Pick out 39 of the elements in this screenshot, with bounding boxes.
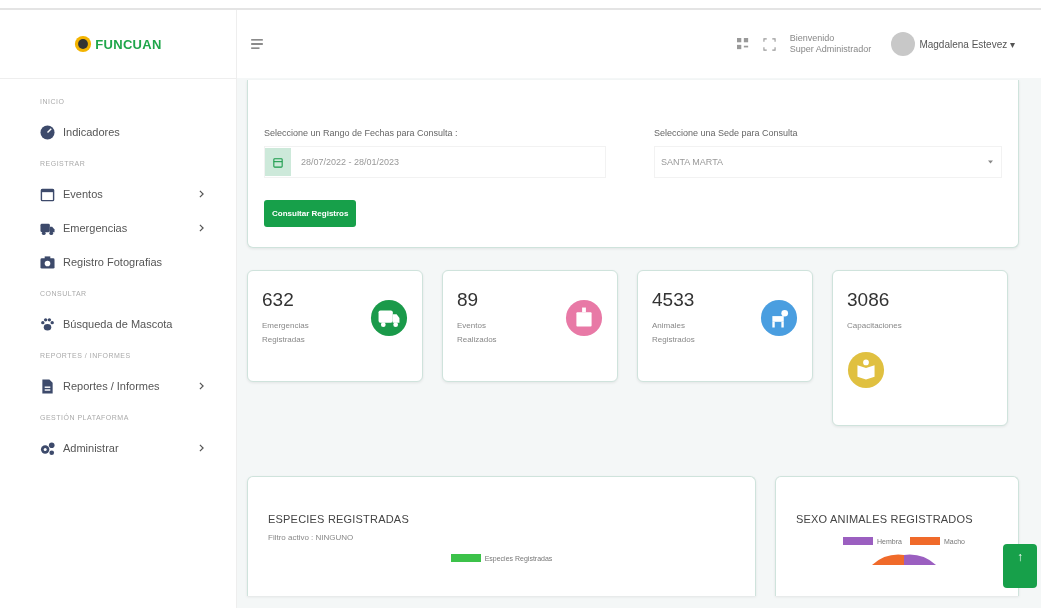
calendar-icon — [40, 186, 55, 202]
chevron-right-icon — [199, 190, 204, 198]
stat-label: Eventos Realizados — [457, 320, 498, 346]
stat-value: 4533 — [652, 289, 696, 311]
user-role: Super Administrador — [789, 44, 872, 55]
stat-label: Emergencias Registradas — [262, 320, 310, 346]
field-label: Seleccione una Sede para Consulta — [654, 128, 799, 138]
fullscreen-icon[interactable] — [762, 37, 776, 51]
sidebar-item[interactable]: Registro Fotografias — [40, 245, 236, 279]
sidebar-item[interactable]: Reportes / Informes — [40, 369, 236, 403]
filter-status: Filtro activo : NINGUNO — [268, 533, 355, 542]
document-icon — [40, 378, 55, 394]
sidebar-item[interactable]: Indicadores — [40, 115, 236, 149]
sidebar-item[interactable]: Búsqueda de Mascota — [40, 307, 236, 341]
user-menu[interactable]: Magdalena Estevez ▾ — [919, 38, 1015, 50]
sidebar-item[interactable]: Administrar — [40, 431, 236, 465]
camera-icon — [40, 254, 55, 270]
chevron-right-icon — [199, 224, 204, 232]
grid-icon[interactable] — [736, 38, 749, 50]
field-label: Seleccione un Rango de Fechas para Consulta : — [264, 128, 459, 138]
dashboard-icon — [40, 124, 55, 140]
chart-title: SEXO ANIMALES REGISTRADOS — [796, 513, 974, 525]
stat-label: Animales Registrados — [652, 320, 696, 346]
stat-label: Capacitaciones — [847, 320, 902, 332]
welcome-text: Bienvenido — [789, 33, 836, 44]
chevron-right-icon — [199, 382, 204, 390]
chevron-right-icon — [199, 444, 204, 452]
menu-icon[interactable] — [251, 39, 263, 49]
dropdown-caret-icon — [988, 160, 993, 164]
stat-value: 3086 — [847, 289, 891, 311]
avatar[interactable] — [891, 32, 916, 56]
chart-title: ESPECIES REGISTRADAS — [268, 513, 410, 525]
gears-icon — [40, 440, 55, 456]
stat-value: 89 — [457, 289, 480, 311]
calendar-icon — [273, 156, 283, 168]
paw-icon — [40, 316, 55, 332]
sidebar-item[interactable]: Emergencias — [40, 211, 236, 245]
stat-value: 632 — [262, 289, 295, 311]
sidebar-item[interactable]: Eventos — [40, 177, 236, 211]
